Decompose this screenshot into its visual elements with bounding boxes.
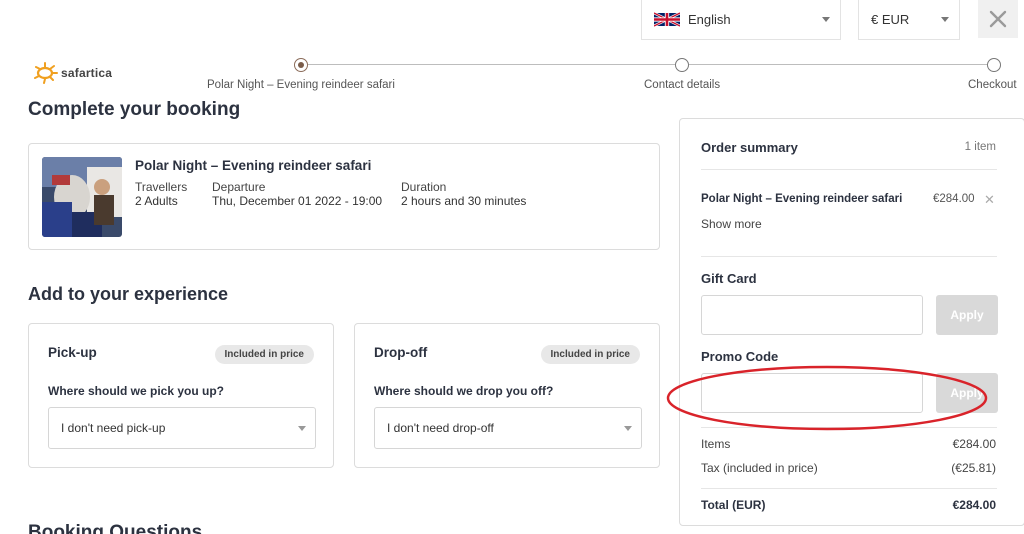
status-badge: Included in price <box>540 345 640 364</box>
departure-label: Departure <box>212 180 266 194</box>
total-value: €284.00 <box>952 498 996 512</box>
dropoff-question: Where should we drop you off? <box>374 384 554 398</box>
tour-name: Polar Night – Evening reindeer safari <box>135 158 372 173</box>
sun-logo-icon <box>34 62 58 84</box>
close-button[interactable] <box>978 0 1018 38</box>
language-select[interactable]: English <box>641 0 841 40</box>
items-value: €284.00 <box>952 437 996 451</box>
divider <box>701 256 997 257</box>
promo-code-apply-button[interactable]: Apply <box>936 373 998 413</box>
remove-item-button[interactable]: ✕ <box>984 192 995 208</box>
order-summary: Order summary 1 item Polar Night – Eveni… <box>679 118 1024 526</box>
chevron-down-icon <box>941 17 949 22</box>
gift-card-apply-button[interactable]: Apply <box>936 295 998 335</box>
promo-code-label: Promo Code <box>701 349 779 364</box>
show-more-link[interactable]: Show more <box>701 217 762 231</box>
uk-flag-icon <box>654 12 680 27</box>
travellers-info: Travellers 2 Adults <box>135 180 187 208</box>
progress-line <box>689 64 987 65</box>
currency-label: € EUR <box>871 12 910 27</box>
pickup-question: Where should we pick you up? <box>48 384 225 398</box>
dropoff-selected: I don't need drop-off <box>387 421 494 435</box>
pickup-select[interactable]: I don't need pick-up <box>48 407 316 449</box>
pickup-selected: I don't need pick-up <box>61 421 166 435</box>
chevron-down-icon <box>298 426 306 431</box>
step-label-contact: Contact details <box>644 79 721 91</box>
summary-item-price: €284.00 <box>933 193 975 205</box>
tax-label: Tax (included in price) <box>701 461 818 475</box>
gift-card-label: Gift Card <box>701 271 757 286</box>
step-label-tour: Polar Night – Evening reindeer safari <box>207 79 395 91</box>
divider <box>701 169 997 170</box>
items-label: Items <box>701 437 731 451</box>
status-badge: Included in price <box>214 345 314 364</box>
dropoff-title: Drop-off <box>374 345 428 360</box>
close-icon: ✕ <box>984 192 995 207</box>
summary-title: Order summary <box>701 140 798 155</box>
summary-item-name: Polar Night – Evening reindeer safari <box>701 193 903 205</box>
chevron-down-icon <box>822 17 830 22</box>
step-indicator <box>987 58 1001 72</box>
chevron-down-icon <box>624 426 632 431</box>
tour-image <box>42 157 122 237</box>
page-title: Complete your booking <box>28 100 241 120</box>
departure-info: Departure Thu, December 01 2022 - 19:00 <box>212 180 382 208</box>
dropoff-card: Drop-off Included in price Where should … <box>354 323 660 468</box>
progress-line <box>308 64 675 65</box>
promo-code-input[interactable] <box>701 373 923 413</box>
gift-card-input[interactable] <box>701 295 923 335</box>
item-count: 1 item <box>964 141 996 153</box>
pickup-card: Pick-up Included in price Where should w… <box>28 323 334 468</box>
divider <box>701 488 997 489</box>
extras-title: Add to your experience <box>28 284 229 304</box>
step-label-checkout: Checkout <box>968 79 1017 91</box>
step-indicator-active <box>294 58 308 72</box>
tax-value: (€25.81) <box>951 461 996 475</box>
travellers-value: 2 Adults <box>135 194 178 208</box>
currency-select[interactable]: € EUR <box>858 0 960 40</box>
departure-value: Thu, December 01 2022 - 19:00 <box>212 194 383 208</box>
booking-card: Polar Night – Evening reindeer safari Tr… <box>28 143 660 250</box>
duration-info: Duration 2 hours and 30 minutes <box>401 180 526 208</box>
brand-name: safartica <box>61 66 113 80</box>
pickup-title: Pick-up <box>48 345 97 360</box>
total-label: Total (EUR) <box>701 498 766 512</box>
travellers-label: Travellers <box>135 180 188 194</box>
duration-label: Duration <box>401 180 447 194</box>
brand-logo[interactable]: safartica <box>33 62 112 84</box>
duration-value: 2 hours and 30 minutes <box>401 194 527 208</box>
divider <box>701 427 997 428</box>
step-indicator <box>675 58 689 72</box>
close-icon <box>989 10 1007 28</box>
booking-questions-title: Booking Questions <box>28 523 203 534</box>
language-label: English <box>688 12 731 27</box>
dropoff-select[interactable]: I don't need drop-off <box>374 407 642 449</box>
